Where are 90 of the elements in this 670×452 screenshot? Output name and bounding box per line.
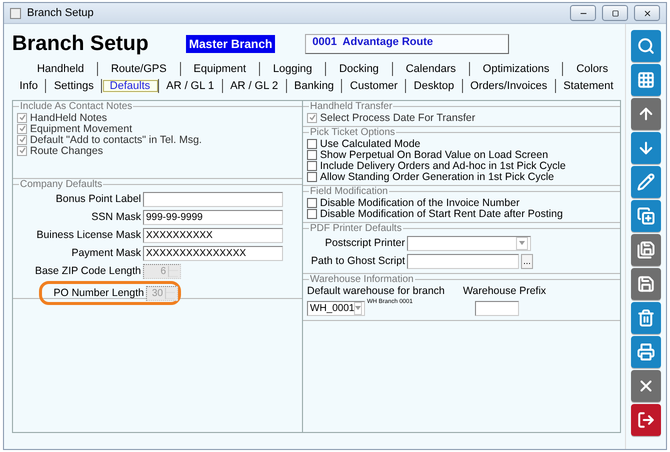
tab[interactable]: Defaults [102, 78, 159, 92]
checkmark-icon [308, 114, 316, 121]
close-icon [642, 8, 652, 18]
page-title: Branch Setup [12, 32, 150, 56]
tab[interactable]: Handheld [24, 62, 98, 76]
app-icon [10, 8, 21, 18]
tab[interactable]: Route/GPS [98, 62, 181, 76]
exit-icon [637, 411, 655, 429]
section-legend: Company Defaults [19, 179, 104, 190]
field-label: Base ZIP Code Length [34, 265, 142, 277]
window-title: Branch Setup [27, 7, 95, 19]
copy-plus-icon [637, 207, 655, 225]
tab[interactable]: Optimizations [470, 62, 564, 76]
field-label: Default warehouse for branch [307, 285, 446, 297]
checkbox-label: Disable Modification of the Invoice Number [320, 196, 520, 208]
field-label: Payment Mask [70, 247, 142, 259]
toolbar-button[interactable] [631, 302, 661, 334]
tab[interactable]: Info [12, 78, 46, 92]
toolbar-button[interactable] [631, 64, 661, 96]
checkbox[interactable] [307, 150, 317, 160]
trash-icon [637, 309, 655, 327]
checkbox-label: HandHeld Notes [30, 112, 108, 124]
maximize-button[interactable] [602, 5, 628, 21]
tab[interactable]: Logging [260, 62, 326, 76]
maximize-icon [612, 10, 618, 16]
tab[interactable]: AR / GL 1 [158, 78, 223, 92]
tab[interactable]: Desktop [406, 78, 463, 92]
tab[interactable]: Equipment [180, 62, 260, 76]
printer-icon [637, 343, 655, 361]
route-field[interactable]: 0001 Advantage Route [305, 34, 510, 54]
field-label: Postscript Printer [324, 237, 406, 249]
section-legend: Pick Ticket Options [309, 127, 396, 138]
close-button[interactable] [634, 5, 660, 21]
input-field[interactable]: XXXXXXXXXXXXXXX [143, 246, 283, 260]
checkbox[interactable] [307, 172, 317, 182]
save-icon [637, 275, 655, 293]
field-label: PO Number Length [52, 287, 145, 299]
checkbox-label: Allow Standing Order Generation in 1st Pick Cycle [320, 170, 554, 182]
toolbar-button[interactable] [631, 200, 661, 232]
field-label: Buiness License Mask [36, 229, 142, 241]
tab[interactable]: Colors [563, 62, 622, 76]
toolbar-button[interactable] [631, 404, 661, 436]
section-legend: Include As Contact Notes [19, 101, 134, 112]
input-field[interactable]: XXXXXXXXXX [143, 228, 283, 242]
arrow-down-icon [637, 139, 655, 157]
branch-label: Master Branch [186, 35, 276, 53]
tab[interactable]: Banking [286, 78, 342, 92]
checkbox[interactable] [307, 208, 317, 218]
section-legend: PDF Printer Defaults [309, 223, 403, 234]
section-legend: Field Modification [309, 186, 389, 197]
tab[interactable]: Orders/Invoices [462, 78, 556, 92]
dropdown-field[interactable]: WH_0001 [307, 300, 365, 316]
toolbar-button[interactable] [631, 336, 661, 368]
tab[interactable]: AR / GL 2 [222, 78, 287, 92]
search-icon [637, 37, 655, 55]
checkbox-label: Use Calculated Mode [320, 138, 420, 150]
checkbox-label: Include Delivery Orders and Ad-hoc in 1st Pick Cycle [320, 160, 566, 172]
input-field[interactable] [143, 192, 283, 206]
pencil-icon [637, 173, 655, 191]
input-field[interactable] [407, 254, 519, 268]
toolbar-button[interactable] [631, 132, 661, 164]
browse-button[interactable]: ... [521, 254, 533, 268]
tab[interactable]: Customer [342, 78, 406, 92]
dropdown-field[interactable] [407, 236, 531, 250]
dropdown-arrow-icon [519, 241, 525, 245]
checkbox-label: Select Process Date For Transfer [320, 112, 476, 124]
checkbox-label: Route Changes [30, 144, 103, 156]
field-label: SSN Mask [90, 211, 142, 223]
tab[interactable]: Calendars [392, 62, 470, 76]
checkbox-label: Default "Add to contacts" in Tel. Msg. [30, 134, 202, 146]
input-field[interactable] [475, 300, 519, 316]
minimize-button[interactable] [570, 5, 596, 21]
grid-icon [637, 71, 655, 89]
section-legend: Warehouse Information [309, 274, 415, 285]
toolbar-button[interactable] [631, 30, 661, 62]
checkbox[interactable] [307, 198, 317, 208]
dropdown-arrow-icon [355, 306, 362, 310]
checkbox-label: Disable Modification of Start Rent Date after Posting [320, 208, 563, 220]
checkbox[interactable] [307, 160, 317, 170]
field-label: Bonus Point Label [54, 193, 142, 205]
tab[interactable]: Statement [556, 78, 622, 92]
section-legend: Handheld Transfer [309, 101, 394, 112]
checkbox-label: Equipment Movement [30, 122, 132, 134]
field-label: Warehouse Prefix [462, 285, 548, 297]
input-field[interactable]: 999-99-9999 [143, 210, 283, 224]
toolbar-button[interactable] [631, 166, 661, 198]
tab[interactable]: Docking [326, 62, 393, 76]
field-label: Path to Ghost Script [310, 255, 406, 267]
checkbox[interactable] [307, 138, 317, 148]
checkbox-label: Show Perpetual On Borad Value on Load Screen [320, 148, 548, 160]
